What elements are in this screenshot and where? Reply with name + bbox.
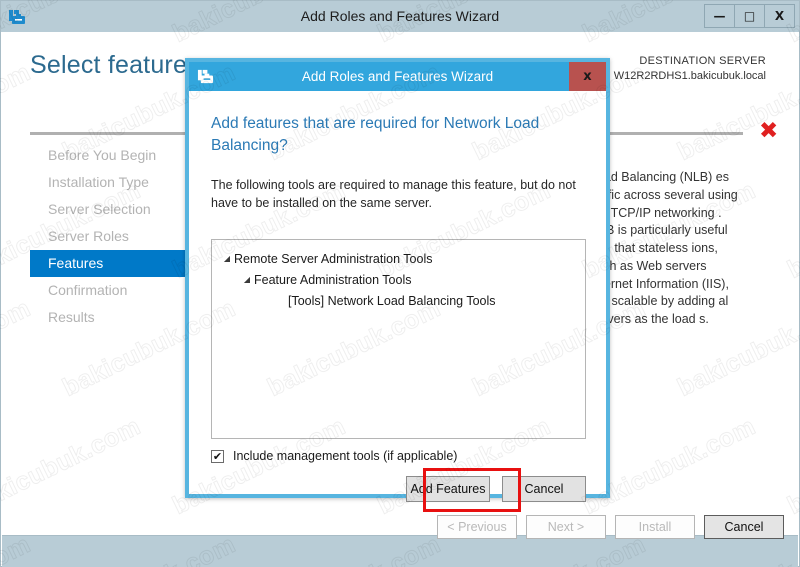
- maximize-icon[interactable]: □: [734, 4, 765, 28]
- main-window-footer: < Previous Next > Install Cancel: [2, 515, 798, 567]
- sidebar-item-server-selection[interactable]: Server Selection: [30, 196, 185, 223]
- add-features-button[interactable]: Add Features: [406, 476, 490, 502]
- sidebar-item-results[interactable]: Results: [30, 304, 185, 331]
- tree-item-rsat[interactable]: ◢ Remote Server Administration Tools: [212, 248, 585, 269]
- cancel-button[interactable]: Cancel: [704, 515, 784, 539]
- install-button[interactable]: Install: [615, 515, 695, 539]
- destination-server-name: W12R2RDHS1.bakicubuk.local: [613, 69, 766, 82]
- tree-item-label: Remote Server Administration Tools: [234, 251, 433, 266]
- tree-item-label: [Tools] Network Load Balancing Tools: [288, 293, 496, 308]
- include-management-tools-row[interactable]: ✔ Include management tools (if applicabl…: [211, 449, 457, 463]
- close-icon[interactable]: x: [569, 62, 606, 91]
- window-controls: — □ X: [704, 4, 795, 28]
- expand-triangle-icon[interactable]: ◢: [220, 254, 234, 263]
- main-window-titlebar[interactable]: Add Roles and Features Wizard — □ X: [1, 1, 799, 32]
- required-tools-tree[interactable]: ◢ Remote Server Administration Tools ◢ F…: [211, 239, 586, 439]
- tree-item-nlb-tools[interactable]: [Tools] Network Load Balancing Tools: [212, 290, 585, 311]
- sidebar-item-installation-type[interactable]: Installation Type: [30, 169, 185, 196]
- dialog-title: Add Roles and Features Wizard: [301, 69, 494, 84]
- previous-button[interactable]: < Previous: [437, 515, 517, 539]
- destination-server-block: DESTINATION SERVER W12R2RDHS1.bakicubuk.…: [614, 54, 766, 84]
- dialog-body: Add features that are required for Netwo…: [189, 91, 606, 512]
- dialog-cancel-button[interactable]: Cancel: [502, 476, 586, 502]
- sidebar-item-features[interactable]: Features: [30, 250, 185, 277]
- dialog-action-buttons: Add Features Cancel: [406, 476, 586, 502]
- tree-item-label: Feature Administration Tools: [254, 272, 412, 287]
- main-window-title: Add Roles and Features Wizard: [300, 8, 500, 24]
- next-button[interactable]: Next >: [526, 515, 606, 539]
- destination-server-label: DESTINATION SERVER: [639, 55, 766, 67]
- sidebar-item-server-roles[interactable]: Server Roles: [30, 223, 185, 250]
- tree-item-feature-admin-tools[interactable]: ◢ Feature Administration Tools: [212, 269, 585, 290]
- sidebar-item-before-you-begin[interactable]: Before You Begin: [30, 142, 185, 169]
- page-title: Select features: [30, 51, 200, 79]
- description-body: Load Balancing (NLB) es traffic across s…: [590, 170, 738, 326]
- sidebar-item-confirmation[interactable]: Confirmation: [30, 277, 185, 304]
- dialog-titlebar[interactable]: Add Roles and Features Wizard x: [189, 62, 606, 91]
- minimize-icon[interactable]: —: [704, 4, 735, 28]
- red-x-annotation-icon: ✖: [759, 118, 779, 144]
- dialog-heading: Add features that are required for Netwo…: [211, 115, 540, 154]
- wizard-step-nav: Before You Begin Installation Type Serve…: [30, 142, 185, 331]
- wizard-nav-buttons: < Previous Next > Install Cancel: [437, 515, 784, 539]
- add-features-dialog: Add Roles and Features Wizard x Add feat…: [185, 58, 610, 512]
- include-management-tools-label: Include management tools (if applicable): [233, 449, 458, 463]
- expand-triangle-icon[interactable]: ◢: [240, 275, 254, 284]
- include-management-tools-checkbox[interactable]: ✔: [211, 449, 224, 463]
- close-icon[interactable]: X: [764, 4, 795, 28]
- dialog-subtext: The following tools are required to mana…: [211, 178, 576, 211]
